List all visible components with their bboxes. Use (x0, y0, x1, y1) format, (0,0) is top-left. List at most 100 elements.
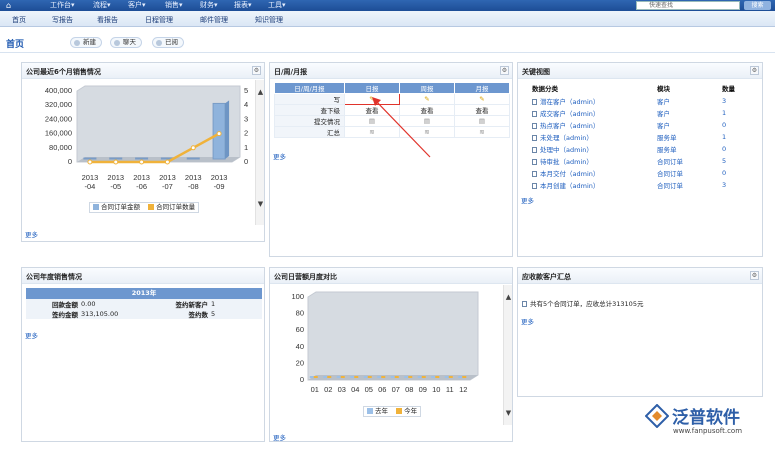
key-view-link[interactable]: 成交客户（admin） (540, 110, 599, 118)
key-view-name[interactable]: 未处理（admin） (532, 131, 657, 143)
key-view-link[interactable]: 未处理（admin） (540, 134, 593, 142)
more-link[interactable]: 更多 (25, 229, 38, 239)
count-link[interactable]: 1 (722, 133, 726, 141)
key-view-module[interactable]: 客户 (657, 119, 722, 131)
more-link[interactable]: 更多 (273, 432, 286, 442)
new-button[interactable]: 新建 (70, 37, 102, 48)
module-link[interactable]: 客户 (657, 110, 670, 118)
home-icon[interactable]: ⌂ (6, 1, 15, 10)
read-button[interactable]: 已阅 (152, 37, 184, 48)
table-row: 潜在客户（admin） 客户 3 (532, 95, 754, 107)
key-view-count[interactable]: 1 (722, 107, 754, 119)
key-view-count[interactable]: 3 (722, 95, 754, 107)
key-view-count[interactable]: 0 (722, 167, 754, 179)
menu-sales[interactable]: 销售▾ (165, 0, 183, 10)
label-new-customers: 签约新客户 (148, 299, 208, 309)
menu-report[interactable]: 报表▾ (234, 0, 252, 10)
scroll-down-icon[interactable]: ▼ (256, 200, 265, 209)
key-view-name[interactable]: 成交客户（admin） (532, 107, 657, 119)
submit-monthly-icon[interactable]: ▤ (454, 115, 510, 127)
key-view-module[interactable]: 客户 (657, 95, 722, 107)
x-tick-label: -05 (110, 182, 121, 191)
key-view-name[interactable]: 本月交付（admin） (532, 167, 657, 179)
count-link[interactable]: 0 (722, 121, 726, 129)
key-view-count[interactable]: 0 (722, 143, 754, 155)
settings-icon[interactable]: ⚙ (500, 66, 509, 75)
menu-finance[interactable]: 财务▾ (200, 0, 218, 10)
search-button[interactable]: 搜索 (744, 1, 771, 10)
write-monthly-icon[interactable]: ✎ (454, 93, 510, 105)
key-view-link[interactable]: 潜在客户（admin） (540, 98, 599, 106)
module-link[interactable]: 合同订单 (657, 158, 683, 166)
more-link[interactable]: 更多 (521, 195, 534, 205)
scroll-up-icon[interactable]: ▲ (256, 88, 265, 97)
key-view-name[interactable]: 潜在客户（admin） (532, 95, 657, 107)
key-view-link[interactable]: 待审批（admin） (540, 158, 593, 166)
menu-flow[interactable]: 流程▾ (93, 0, 111, 10)
y-right-tick-label: 1 (244, 143, 248, 152)
nav-schedule[interactable]: 日程管理 (145, 15, 173, 25)
count-link[interactable]: 0 (722, 169, 726, 177)
key-view-name[interactable]: 热点客户（admin） (532, 119, 657, 131)
row-label: 提交情况 (274, 115, 345, 127)
key-view-name[interactable]: 处理中（admin） (532, 143, 657, 155)
receivable-summary[interactable]: 共有5个合同订单，应收总计313105元 (522, 298, 643, 308)
key-view-name[interactable]: 待审批（admin） (532, 155, 657, 167)
module-link[interactable]: 服务单 (657, 146, 677, 154)
count-link[interactable]: 0 (722, 145, 726, 153)
key-view-count[interactable]: 5 (722, 155, 754, 167)
settings-icon[interactable]: ⚙ (750, 271, 759, 280)
key-view-module[interactable]: 合同订单 (657, 167, 722, 179)
key-view-link[interactable]: 处理中（admin） (540, 146, 593, 154)
key-view-count[interactable]: 3 (722, 179, 754, 191)
key-view-link[interactable]: 本月创建（admin） (540, 182, 599, 190)
eye-icon (156, 40, 162, 46)
count-link[interactable]: 3 (722, 181, 726, 189)
key-view-module[interactable]: 服务单 (657, 143, 722, 155)
key-view-link[interactable]: 本月交付（admin） (540, 170, 599, 178)
scroll-up-icon[interactable]: ▲ (504, 293, 513, 302)
chat-button[interactable]: 聊天 (110, 37, 142, 48)
key-view-count[interactable]: 1 (722, 131, 754, 143)
more-link[interactable]: 更多 (521, 316, 534, 326)
key-view-link[interactable]: 热点客户（admin） (540, 122, 599, 130)
module-link[interactable]: 服务单 (657, 134, 677, 142)
count-link[interactable]: 1 (722, 109, 726, 117)
menu-tools[interactable]: 工具▾ (268, 0, 286, 10)
module-link[interactable]: 合同订单 (657, 170, 683, 178)
vertical-scrollbar[interactable]: ▲ ▼ (255, 80, 264, 225)
settings-icon[interactable]: ⚙ (252, 66, 261, 75)
count-link[interactable]: 3 (722, 97, 726, 105)
nav-write-report[interactable]: 写报告 (52, 15, 73, 25)
key-view-module[interactable]: 合同订单 (657, 155, 722, 167)
nav-home[interactable]: 首页 (12, 15, 26, 25)
document-icon (532, 147, 537, 153)
vertical-scrollbar[interactable]: ▲ ▼ (503, 285, 512, 425)
key-view-module[interactable]: 客户 (657, 107, 722, 119)
settings-icon[interactable]: ⚙ (750, 66, 759, 75)
value-contract-count: 5 (208, 309, 262, 319)
menu-workbench[interactable]: 工作台▾ (50, 0, 75, 10)
module-link[interactable]: 客户 (657, 122, 670, 130)
nav-view-report[interactable]: 看报告 (97, 15, 118, 25)
view-monthly-link[interactable]: 查看 (454, 104, 510, 116)
module-link[interactable]: 合同订单 (657, 182, 683, 190)
search-input[interactable]: 快速查找 (636, 1, 740, 10)
bar-this-year (421, 376, 426, 378)
more-link[interactable]: 更多 (25, 330, 38, 340)
key-view-name[interactable]: 本月创建（admin） (532, 179, 657, 191)
scroll-down-icon[interactable]: ▼ (504, 409, 513, 418)
bar-last-year (350, 376, 355, 378)
summary-monthly-icon[interactable]: ≋ (454, 126, 510, 138)
menu-customer[interactable]: 客户▾ (128, 0, 146, 10)
more-link[interactable]: 更多 (273, 151, 286, 161)
nav-knowledge[interactable]: 知识管理 (255, 15, 283, 25)
bar-this-year (462, 376, 467, 378)
nav-mail[interactable]: 邮件管理 (200, 15, 228, 25)
count-link[interactable]: 5 (722, 157, 726, 165)
key-view-module[interactable]: 服务单 (657, 131, 722, 143)
module-link[interactable]: 客户 (657, 98, 670, 106)
key-view-count[interactable]: 0 (722, 119, 754, 131)
table-row: 本月创建（admin） 合同订单 3 (532, 179, 754, 191)
key-view-module[interactable]: 合同订单 (657, 179, 722, 191)
